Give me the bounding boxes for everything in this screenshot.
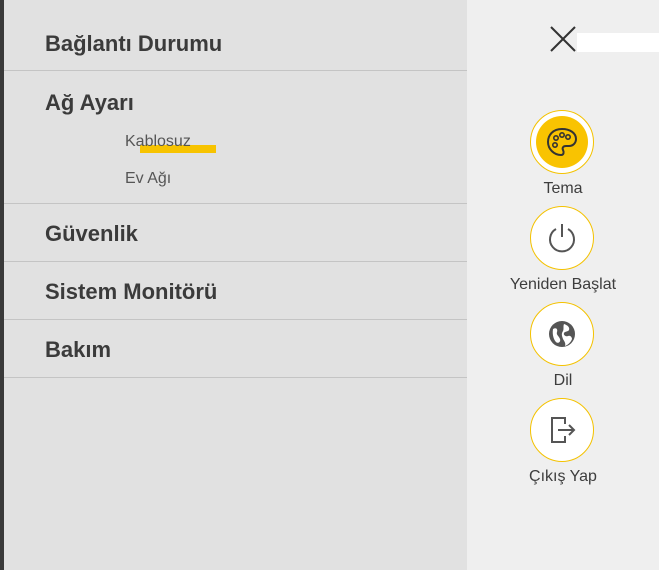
menu-section-network-settings[interactable]: Ağ Ayarı Kablosuz Ev Ağı [4,71,467,204]
close-icon [550,26,576,52]
top-strip [577,33,659,52]
theme-label: Tema [543,180,583,197]
logout-button[interactable]: Çıkış Yap [467,398,659,490]
language-button[interactable]: Dil [467,302,659,394]
globe-icon [549,321,575,347]
menu-section-title[interactable]: Bakım [45,337,111,363]
language-label: Dil [553,372,573,389]
power-icon [549,224,575,253]
submenu-item-home-network[interactable]: Ev Ağı [125,170,171,188]
language-circle[interactable] [530,302,594,366]
theme-circle[interactable] [530,110,594,174]
theme-button[interactable]: Tema [467,110,659,202]
submenu-item-wireless[interactable]: Kablosuz [125,133,191,151]
navigation-menu: Bağlantı Durumu Ağ Ayarı Kablosuz Ev Ağı… [4,0,467,570]
menu-section-title[interactable]: Ağ Ayarı [45,90,134,116]
menu-section-security[interactable]: Güvenlik [4,204,467,262]
side-actions-panel: Tema Yeniden Başlat Dil Çıkış Yap [467,0,659,570]
logout-circle[interactable] [530,398,594,462]
restart-label: Yeniden Başlat [509,276,617,293]
menu-section-connection-status[interactable]: Bağlantı Durumu [4,0,467,71]
palette-icon [546,127,578,157]
restart-button[interactable]: Yeniden Başlat [467,206,659,298]
menu-section-title[interactable]: Güvenlik [45,221,138,247]
menu-section-system-monitor[interactable]: Sistem Monitörü [4,262,467,320]
logout-label: Çıkış Yap [529,468,597,485]
logout-icon [551,417,576,443]
restart-circle[interactable] [530,206,594,270]
menu-section-title[interactable]: Sistem Monitörü [45,279,217,305]
menu-section-maintenance[interactable]: Bakım [4,320,467,378]
close-button[interactable] [548,24,578,54]
menu-section-title[interactable]: Bağlantı Durumu [45,31,222,57]
